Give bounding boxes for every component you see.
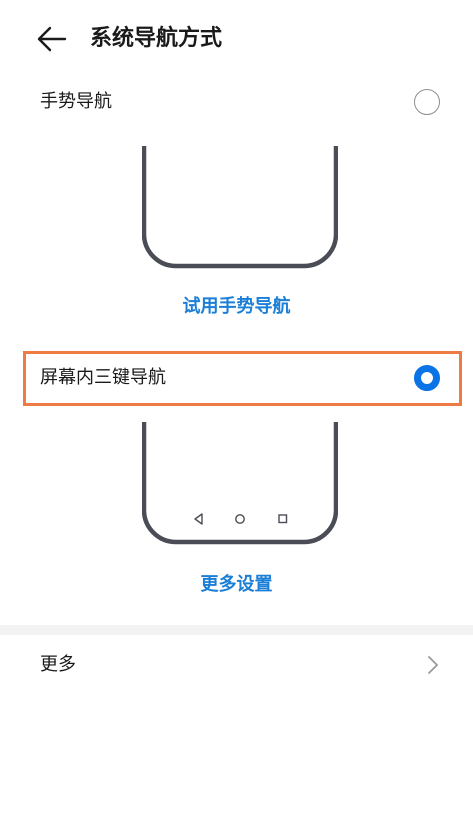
back-button[interactable]	[28, 20, 76, 58]
page-title: 系统导航方式	[90, 26, 223, 51]
option-gesture-navigation[interactable]: 手势导航	[0, 77, 473, 127]
try-gesture-navigation-link[interactable]: 试用手势导航	[0, 292, 473, 318]
arrow-left-icon	[37, 26, 67, 52]
gesture-phone-illustration	[142, 146, 338, 269]
app-header: 系统导航方式	[0, 0, 473, 78]
three-key-phone-illustration	[142, 422, 338, 545]
chevron-right-icon	[428, 656, 438, 674]
nav-home-icon	[235, 514, 245, 524]
nav-back-icon	[194, 513, 203, 525]
section-divider	[0, 625, 473, 635]
more-label: 更多	[40, 654, 76, 675]
gesture-radio-button[interactable]	[414, 89, 440, 115]
option-three-key-navigation[interactable]: 屏幕内三键导航	[0, 353, 473, 403]
option-gesture-label: 手势导航	[40, 91, 112, 112]
option-three-key-label: 屏幕内三键导航	[40, 367, 166, 388]
more-settings-link[interactable]: 更多设置	[0, 570, 473, 596]
more-row[interactable]: 更多	[0, 640, 473, 690]
nav-recents-icon	[278, 514, 288, 524]
three-key-radio-button[interactable]	[414, 365, 440, 391]
